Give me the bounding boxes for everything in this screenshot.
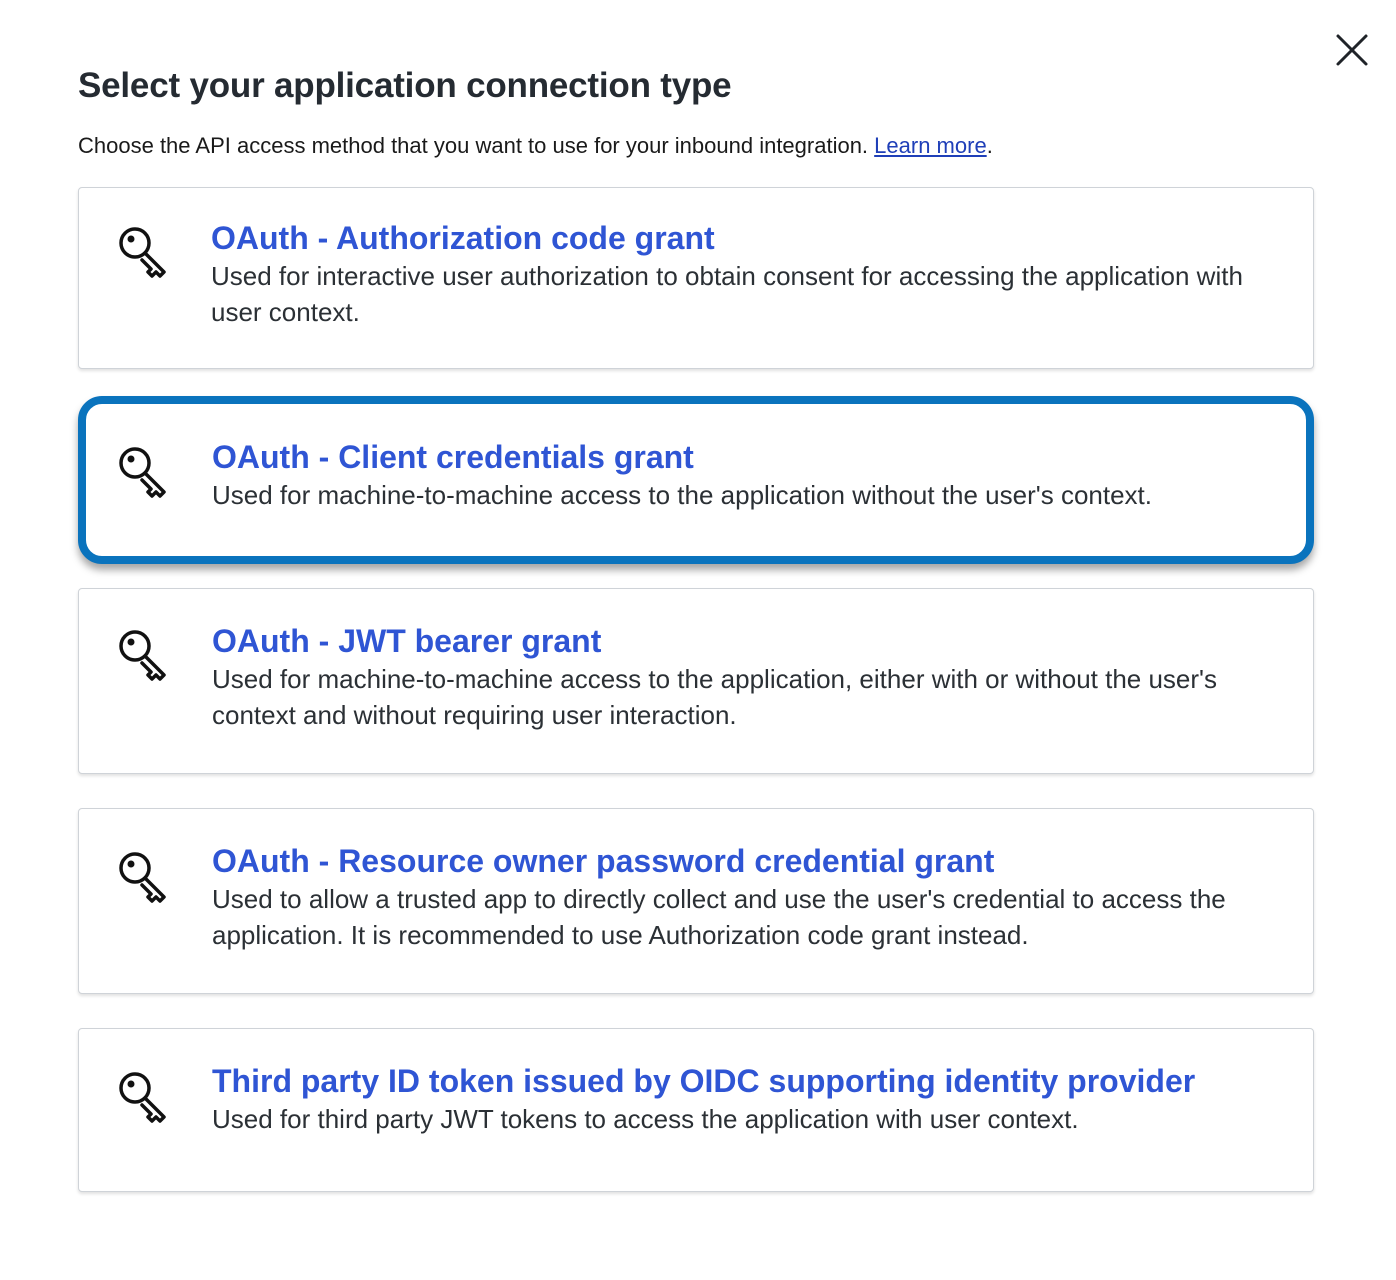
dialog-subtitle: Choose the API access method that you wa… (78, 133, 993, 159)
option-description: Used to allow a trusted app to directly … (212, 884, 1226, 950)
option-title: Third party ID token issued by OIDC supp… (212, 1063, 1196, 1099)
option-title: OAuth - Client credentials grant (212, 439, 694, 475)
option-description: Used for third party JWT tokens to acces… (212, 1104, 1079, 1134)
key-icon (119, 852, 166, 903)
option-description: Used for machine-to-machine access to th… (212, 664, 1218, 730)
close-button[interactable] (1334, 32, 1370, 68)
key-icon (119, 447, 166, 498)
option-title: OAuth - Authorization code grant (211, 220, 715, 256)
option-title: OAuth - Resource owner password credenti… (212, 843, 995, 879)
key-icon (119, 227, 166, 278)
key-icon (119, 1072, 166, 1123)
key-icon (119, 630, 166, 681)
option-description: Used for machine-to-machine access to th… (212, 480, 1152, 510)
learn-more-link[interactable]: Learn more (874, 133, 987, 158)
subtitle-text: Choose the API access method that you wa… (78, 133, 869, 158)
subtitle-period: . (986, 133, 993, 158)
option-card-jwt-bearer[interactable]: OAuth - JWT bearer grant Used for machin… (78, 588, 1314, 774)
close-icon (1336, 34, 1368, 66)
option-card-authorization-code[interactable]: OAuth - Authorization code grant Used fo… (78, 187, 1314, 369)
option-card-resource-owner-password[interactable]: OAuth - Resource owner password credenti… (78, 808, 1314, 994)
dialog-title: Select your application connection type (78, 66, 732, 105)
option-card-third-party-oidc[interactable]: Third party ID token issued by OIDC supp… (78, 1028, 1314, 1192)
option-description: Used for interactive user authorization … (211, 261, 1243, 327)
option-card-client-credentials[interactable]: OAuth - Client credentials grant Used fo… (78, 396, 1314, 564)
option-title: OAuth - JWT bearer grant (212, 623, 602, 659)
